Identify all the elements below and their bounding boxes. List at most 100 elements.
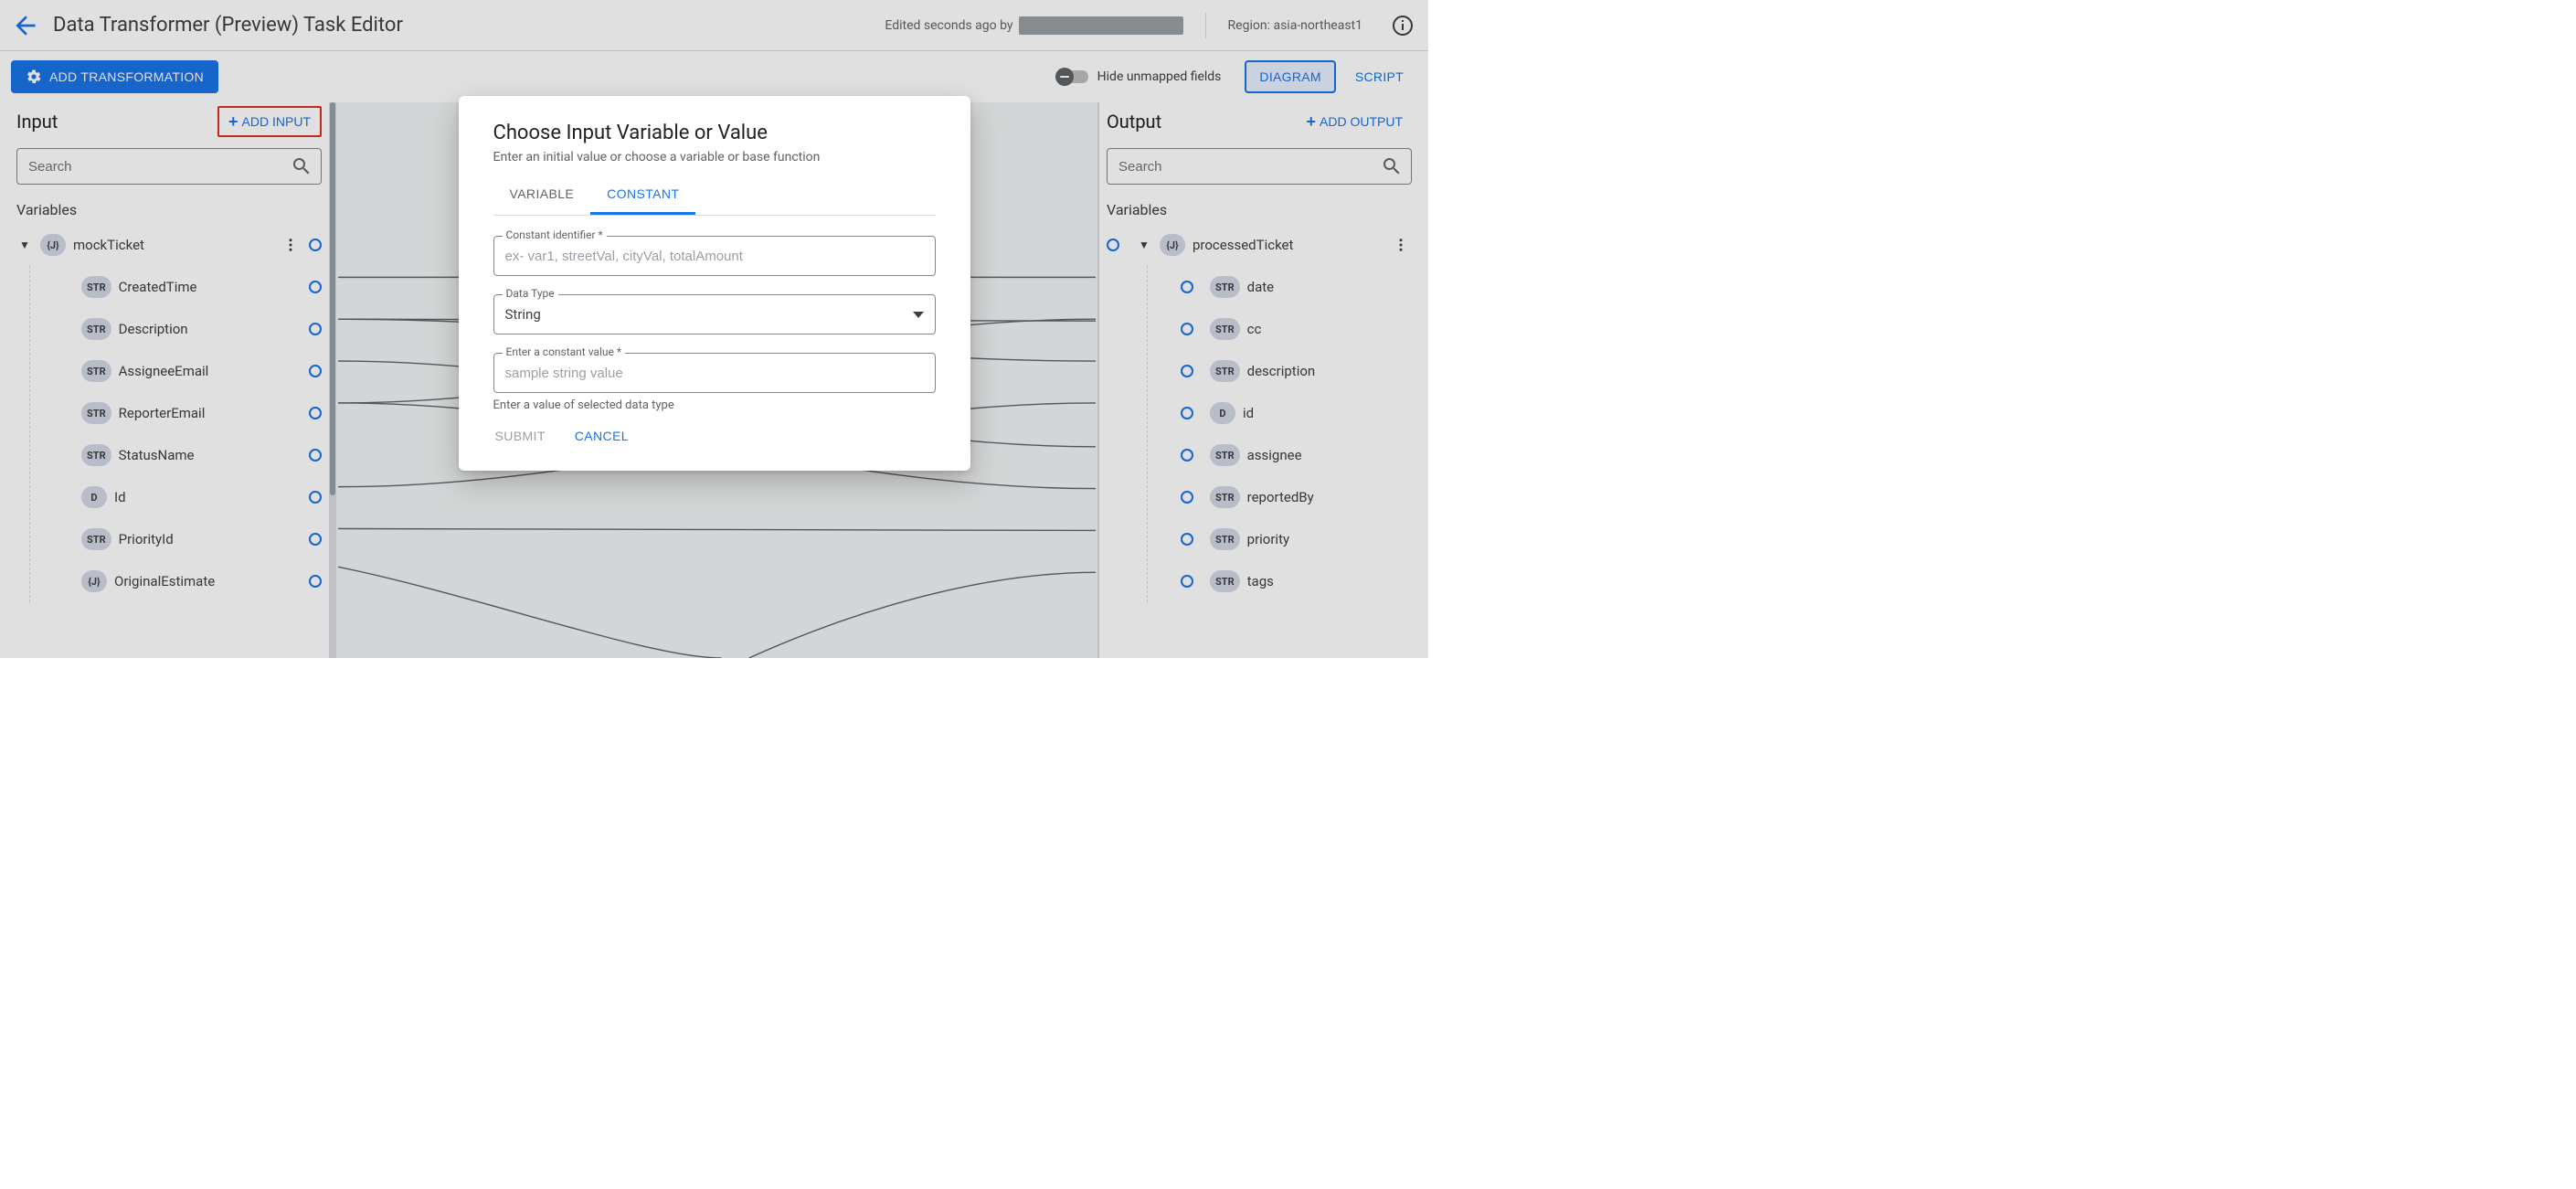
edited-by-label: Edited seconds ago by <box>885 16 1182 35</box>
switch-icon <box>1055 68 1088 86</box>
tab-variable[interactable]: VARIABLE <box>493 177 591 215</box>
field-label: priority <box>1247 531 1412 547</box>
add-transformation-button[interactable]: ADD TRANSFORMATION <box>11 60 218 93</box>
output-port[interactable] <box>309 281 322 293</box>
add-output-label: ADD OUTPUT <box>1320 114 1403 129</box>
field-label: ReporterEmail <box>119 405 302 421</box>
helper-text: Enter a value of selected data type <box>493 398 936 412</box>
input-root-label: mockTicket <box>73 237 272 253</box>
input-panel-title: Input <box>16 111 58 133</box>
output-panel: Output + ADD OUTPUT Variables ▼ {J} proc… <box>1099 102 1428 658</box>
data-type-select[interactable]: String <box>493 294 936 334</box>
type-badge: STR <box>1210 318 1240 340</box>
hide-unmapped-label: Hide unmapped fields <box>1097 69 1222 84</box>
edited-prefix: Edited seconds ago by <box>885 18 1012 33</box>
output-field-row[interactable]: STRdate <box>1181 266 1412 308</box>
more-button[interactable] <box>1390 234 1412 256</box>
input-variable-dialog: Choose Input Variable or Value Enter an … <box>459 96 970 471</box>
dialog-subtitle: Enter an initial value or choose a varia… <box>493 150 936 165</box>
input-port[interactable] <box>1107 239 1119 251</box>
output-field-row[interactable]: STRtags <box>1181 560 1412 602</box>
chevron-down-icon[interactable]: ▼ <box>1136 239 1152 251</box>
input-field-row[interactable]: STRAssigneeEmail <box>81 350 322 392</box>
page-title: Data Transformer (Preview) Task Editor <box>53 14 403 37</box>
input-port[interactable] <box>1181 533 1193 546</box>
view-script-button[interactable]: SCRIPT <box>1341 60 1417 93</box>
field-label: OriginalEstimate <box>114 573 302 589</box>
output-field-row[interactable]: STRcc <box>1181 308 1412 350</box>
input-port[interactable] <box>1181 281 1193 293</box>
add-input-button[interactable]: + ADD INPUT <box>217 106 322 137</box>
field-label: Enter a constant value * <box>503 345 626 358</box>
output-root-row[interactable]: ▼ {J} processedTicket <box>1107 224 1412 266</box>
back-button[interactable] <box>11 11 40 40</box>
input-field-row[interactable]: STRStatusName <box>81 434 322 476</box>
output-port[interactable] <box>309 491 322 504</box>
toolbar: ADD TRANSFORMATION Hide unmapped fields … <box>0 51 1428 102</box>
field-label: Data Type <box>503 287 558 300</box>
output-field-row[interactable]: STRdescription <box>1181 350 1412 392</box>
output-field-row[interactable]: STRreportedBy <box>1181 476 1412 518</box>
input-port[interactable] <box>1181 365 1193 377</box>
type-badge: STR <box>81 318 111 340</box>
tab-constant[interactable]: CONSTANT <box>590 177 695 215</box>
field-label: id <box>1243 405 1412 421</box>
input-field-row[interactable]: DId <box>81 476 322 518</box>
type-badge: STR <box>1210 570 1240 592</box>
output-field-row[interactable]: Did <box>1181 392 1412 434</box>
input-root-row[interactable]: ▼ {J} mockTicket <box>16 224 322 266</box>
type-badge: D <box>81 486 107 508</box>
output-port[interactable] <box>309 407 322 419</box>
input-port[interactable] <box>1181 491 1193 504</box>
type-badge: STR <box>1210 528 1240 550</box>
output-port[interactable] <box>309 575 322 588</box>
field-label: assignee <box>1247 447 1412 463</box>
type-badge: STR <box>81 444 111 466</box>
output-port[interactable] <box>309 533 322 546</box>
submit-button[interactable]: SUBMIT <box>493 423 547 449</box>
input-port[interactable] <box>1181 407 1193 419</box>
type-badge: STR <box>1210 444 1240 466</box>
input-port[interactable] <box>1181 575 1193 588</box>
dialog-title: Choose Input Variable or Value <box>493 122 936 144</box>
output-field-row[interactable]: STR assignee <box>1181 434 1412 476</box>
input-field-row[interactable]: STRPriorityId <box>81 518 322 560</box>
cancel-button[interactable]: CANCEL <box>573 423 631 449</box>
input-field-row[interactable]: STR ReporterEmail <box>81 392 322 434</box>
output-port[interactable] <box>309 365 322 377</box>
output-search-field[interactable] <box>1107 148 1412 185</box>
input-port[interactable] <box>1181 449 1193 462</box>
output-port[interactable] <box>309 323 322 335</box>
info-button[interactable] <box>1388 11 1417 40</box>
chevron-down-icon[interactable]: ▼ <box>16 239 33 251</box>
data-type-value: String <box>505 306 541 323</box>
input-port[interactable] <box>1181 323 1193 335</box>
type-badge: {J} <box>40 234 66 256</box>
hide-unmapped-toggle[interactable]: Hide unmapped fields <box>1055 68 1222 86</box>
info-icon <box>1392 15 1414 37</box>
input-field-row[interactable]: {J}OriginalEstimate <box>81 560 322 602</box>
constant-value-input[interactable] <box>493 353 936 393</box>
separator <box>1205 13 1206 38</box>
input-field-row[interactable]: STRDescription <box>81 308 322 350</box>
output-port[interactable] <box>309 449 322 462</box>
more-button[interactable] <box>280 234 302 256</box>
field-label: description <box>1247 363 1412 379</box>
type-badge: STR <box>81 402 111 424</box>
view-diagram-button[interactable]: DIAGRAM <box>1245 60 1335 93</box>
input-variables-label: Variables <box>16 201 322 218</box>
output-port[interactable] <box>309 239 322 251</box>
arrow-left-icon <box>11 11 40 40</box>
output-tree: ▼ {J} processedTicket STRdateSTRccSTRdes… <box>1107 224 1412 602</box>
dialog-tabs: VARIABLE CONSTANT <box>493 177 936 216</box>
input-field-row[interactable]: STRCreatedTime <box>81 266 322 308</box>
app-header: Data Transformer (Preview) Task Editor E… <box>0 0 1428 51</box>
add-output-button[interactable]: + ADD OUTPUT <box>1297 108 1412 135</box>
constant-identifier-input[interactable] <box>493 236 936 276</box>
input-search-field[interactable] <box>16 148 322 185</box>
input-scrollbar[interactable] <box>329 102 336 658</box>
output-panel-title: Output <box>1107 111 1161 133</box>
output-field-row[interactable]: STR priority <box>1181 518 1412 560</box>
data-type-field: Data Type String <box>493 294 936 334</box>
type-badge: STR <box>81 276 111 298</box>
